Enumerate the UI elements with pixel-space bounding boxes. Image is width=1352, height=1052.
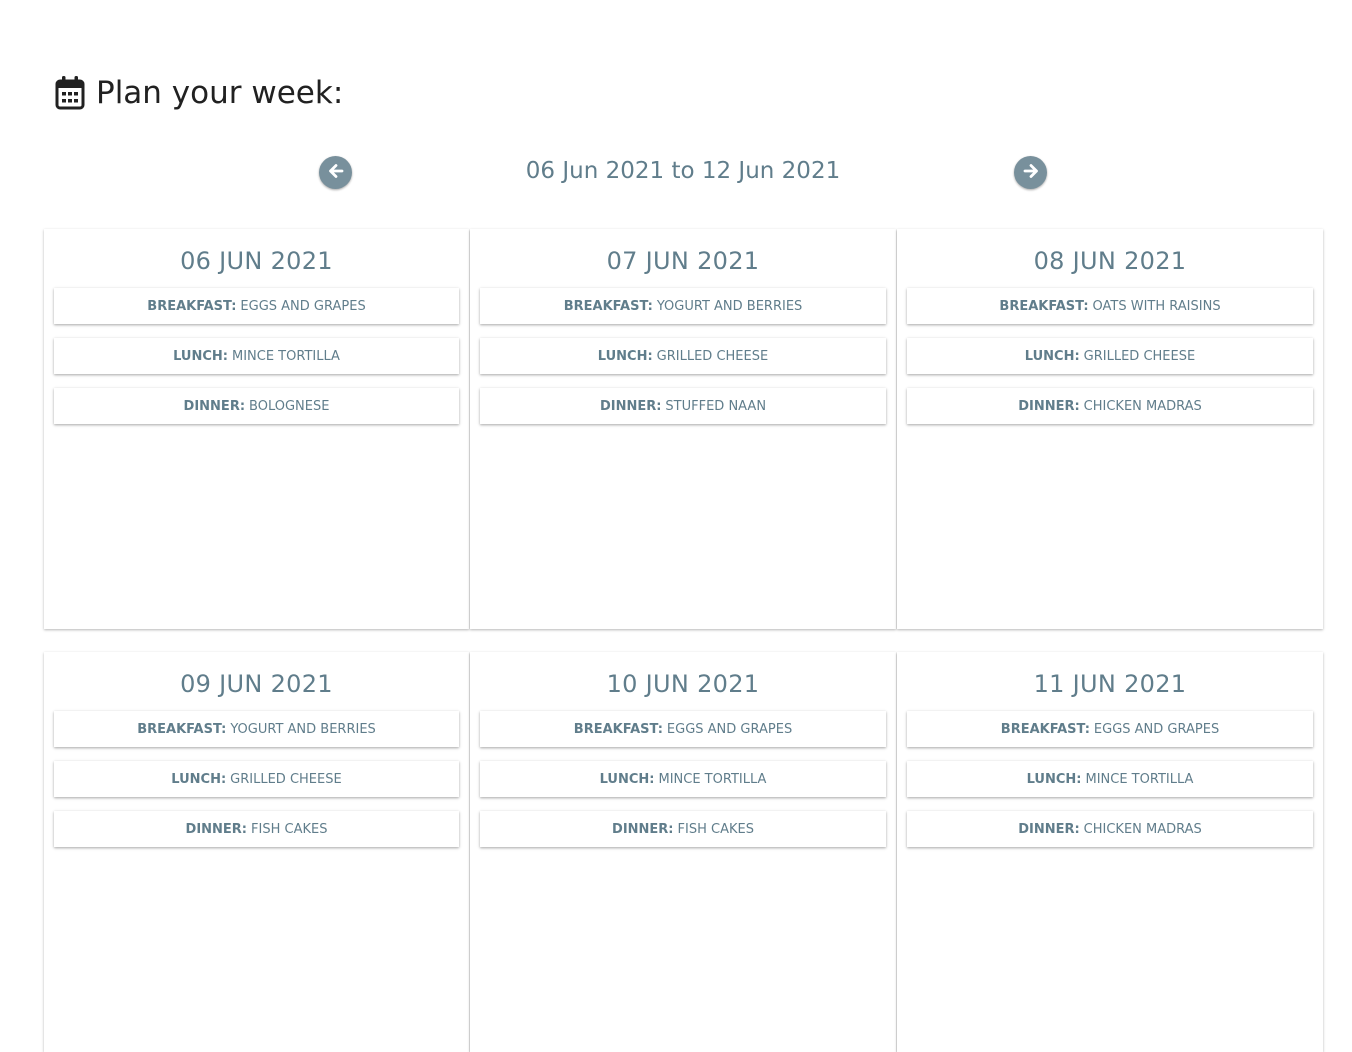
meal-name: GRILLED CHEESE [656, 348, 769, 364]
meal-type-label: DINNER: [1018, 821, 1080, 837]
meal-slot-dinner[interactable]: DINNER: STUFFED NAAN [480, 388, 886, 424]
meal-slot-breakfast[interactable]: BREAKFAST: EGGS AND GRAPES [907, 711, 1313, 747]
meal-slot-lunch[interactable]: LUNCH: MINCE TORTILLA [907, 761, 1313, 797]
meal-type-label: LUNCH: [597, 348, 653, 364]
meal-slot-dinner[interactable]: DINNER: FISH CAKES [480, 811, 886, 847]
meal-name: CHICKEN MADRAS [1083, 821, 1202, 837]
meal-type-label: BREAKFAST: [563, 298, 653, 314]
meal-type-label: LUNCH: [599, 771, 655, 787]
meal-slot-dinner[interactable]: DINNER: FISH CAKES [54, 811, 459, 847]
meal-type-label: LUNCH: [171, 771, 227, 787]
meal-type-label: LUNCH: [173, 348, 228, 364]
meal-name: GRILLED CHEESE [230, 771, 342, 787]
meal-type-label: BREAKFAST: [137, 721, 227, 737]
week-navigation: 06 Jun 2021 to 12 Jun 2021 [0, 152, 1352, 196]
meal-type-label: BREAKFAST: [573, 721, 663, 737]
page-title-text: Plan your week: [96, 75, 344, 111]
meal-slot-dinner[interactable]: DINNER: BOLOGNESE [54, 388, 459, 424]
meal-slot-dinner[interactable]: DINNER: CHICKEN MADRAS [907, 811, 1313, 847]
meal-slot-lunch[interactable]: LUNCH: GRILLED CHEESE [54, 761, 459, 797]
arrow-left-icon [327, 162, 345, 184]
day-card: 07 JUN 2021 BREAKFAST: YOGURT AND BERRIE… [470, 229, 896, 629]
meal-slot-breakfast[interactable]: BREAKFAST: EGGS AND GRAPES [54, 288, 459, 324]
meal-type-label: BREAKFAST: [1000, 721, 1090, 737]
day-date: 06 JUN 2021 [180, 247, 333, 275]
day-card: 06 JUN 2021 BREAKFAST: EGGS AND GRAPES L… [44, 229, 469, 629]
meal-slot-lunch[interactable]: LUNCH: GRILLED CHEESE [907, 338, 1313, 374]
day-date: 10 JUN 2021 [606, 670, 760, 698]
meal-type-label: BREAKFAST: [999, 298, 1089, 314]
day-date: 11 JUN 2021 [1033, 670, 1187, 698]
meal-slot-lunch[interactable]: LUNCH: MINCE TORTILLA [54, 338, 459, 374]
meal-slot-breakfast[interactable]: BREAKFAST: YOGURT AND BERRIES [480, 288, 886, 324]
meal-name: EGGS AND GRAPES [240, 298, 366, 314]
meal-name: EGGS AND GRAPES [1093, 721, 1220, 737]
meal-type-label: DINNER: [599, 398, 662, 414]
meal-name: FISH CAKES [251, 821, 328, 837]
meal-name: STUFFED NAAN [665, 398, 767, 414]
meal-name: CHICKEN MADRAS [1083, 398, 1202, 414]
meal-name: EGGS AND GRAPES [666, 721, 793, 737]
page-title: Plan your week: [54, 72, 343, 114]
day-card: 09 JUN 2021 BREAKFAST: YOGURT AND BERRIE… [44, 652, 469, 1052]
meal-slot-breakfast[interactable]: BREAKFAST: YOGURT AND BERRIES [54, 711, 459, 747]
meal-name: MINCE TORTILLA [1085, 771, 1194, 787]
meal-type-label: DINNER: [612, 821, 674, 837]
meal-type-label: DINNER: [1018, 398, 1080, 414]
meal-type-label: BREAKFAST: [147, 298, 237, 314]
arrow-right-icon [1022, 162, 1040, 184]
day-date: 09 JUN 2021 [180, 670, 333, 698]
calendar-icon [54, 75, 86, 111]
meal-name: MINCE TORTILLA [658, 771, 767, 787]
meal-slot-breakfast[interactable]: BREAKFAST: OATS WITH RAISINS [907, 288, 1313, 324]
meal-type-label: DINNER: [183, 398, 246, 414]
day-date: 08 JUN 2021 [1033, 247, 1187, 275]
day-card: 08 JUN 2021 BREAKFAST: OATS WITH RAISINS… [897, 229, 1323, 629]
meal-name: FISH CAKES [677, 821, 754, 837]
meal-type-label: DINNER: [185, 821, 248, 837]
day-card: 11 JUN 2021 BREAKFAST: EGGS AND GRAPES L… [897, 652, 1323, 1052]
meal-slot-breakfast[interactable]: BREAKFAST: EGGS AND GRAPES [480, 711, 886, 747]
next-week-button[interactable] [1014, 156, 1047, 189]
meal-type-label: LUNCH: [1026, 771, 1082, 787]
meal-name: OATS WITH RAISINS [1092, 298, 1221, 314]
meal-name: YOGURT AND BERRIES [656, 298, 803, 314]
meal-slot-lunch[interactable]: LUNCH: GRILLED CHEESE [480, 338, 886, 374]
day-date: 07 JUN 2021 [606, 247, 760, 275]
week-range-label: 06 Jun 2021 to 12 Jun 2021 [525, 158, 841, 184]
meal-name: GRILLED CHEESE [1083, 348, 1196, 364]
meal-type-label: LUNCH: [1024, 348, 1080, 364]
meal-name: BOLOGNESE [249, 398, 330, 414]
days-grid: 06 JUN 2021 BREAKFAST: EGGS AND GRAPES L… [44, 229, 1324, 1052]
meal-slot-lunch[interactable]: LUNCH: MINCE TORTILLA [480, 761, 886, 797]
previous-week-button[interactable] [319, 156, 352, 189]
meal-name: YOGURT AND BERRIES [230, 721, 376, 737]
day-card: 10 JUN 2021 BREAKFAST: EGGS AND GRAPES L… [470, 652, 896, 1052]
meal-name: MINCE TORTILLA [231, 348, 340, 364]
meal-slot-dinner[interactable]: DINNER: CHICKEN MADRAS [907, 388, 1313, 424]
